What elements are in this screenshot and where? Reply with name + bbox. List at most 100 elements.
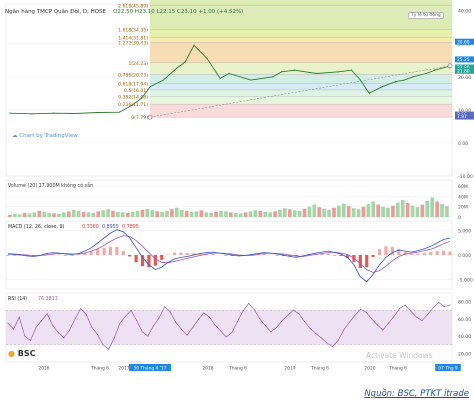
rsi-point	[236, 320, 238, 322]
volume-bar	[243, 212, 248, 217]
volume-bar	[312, 204, 317, 217]
volume-bar	[189, 211, 194, 217]
volume-bar	[101, 210, 105, 217]
volume-bar	[292, 210, 297, 217]
stock-chart: 2.618(45.89)1.618(34.35)1.414(31.81)1.27…	[5, 0, 474, 371]
rsi-point	[18, 316, 20, 318]
x-axis-label: Tháng 6	[310, 364, 329, 371]
rsi-point	[41, 320, 43, 322]
volume-bar	[116, 211, 120, 217]
macd-histogram-bar	[429, 252, 433, 255]
price-tick-label: -10.00	[458, 174, 473, 180]
macd-histogram-bar	[326, 253, 330, 255]
volume-bar	[125, 212, 130, 217]
volume-bar	[395, 202, 400, 217]
price-tick-label: 40.00	[458, 9, 471, 15]
macd-histogram-bar	[377, 249, 382, 255]
volume-bar	[371, 201, 376, 217]
volume-bar	[268, 212, 272, 217]
price-point	[175, 67, 178, 70]
price-point	[351, 69, 353, 71]
volume-bar	[238, 213, 243, 217]
macd-histogram-bar	[108, 246, 113, 255]
price-point	[359, 79, 361, 81]
activate-windows-watermark: Activate Windows	[366, 351, 433, 360]
rsi-point	[449, 304, 451, 306]
rsi-point	[376, 324, 378, 326]
macd-histogram-bar	[371, 255, 375, 257]
rsi-legend-value: 76.3813	[38, 296, 58, 302]
volume-bar	[219, 210, 223, 217]
price-point	[132, 104, 134, 106]
tradingview-icon: ☁	[12, 133, 18, 139]
volume-bar	[337, 205, 341, 217]
fib-anchor-handle[interactable]	[147, 114, 153, 120]
volume-tick-label: 60M	[458, 184, 468, 190]
volume-bar	[440, 204, 444, 217]
rsi-point	[13, 328, 15, 330]
volume-bar	[22, 212, 27, 217]
price-point	[149, 86, 151, 88]
price-point	[228, 72, 230, 75]
price-point	[412, 76, 414, 78]
fib-level-label: 0.5(16.01)	[124, 88, 148, 94]
volume-bar	[170, 209, 174, 217]
volume-bar	[317, 207, 322, 217]
rsi-point	[287, 314, 289, 316]
fib-level-label: 1.272(30.43)	[118, 40, 148, 46]
macd-legend-macd: 0.8955	[102, 224, 119, 230]
macd-histogram-bar	[262, 254, 266, 255]
macd-histogram-bar	[128, 255, 132, 257]
rsi-point	[102, 344, 104, 346]
macd-histogram-bar	[365, 255, 369, 268]
rsi-point	[259, 318, 261, 320]
tradingview-watermark[interactable]: ☁ Chart by TradingView	[12, 133, 78, 139]
volume-bar	[420, 204, 425, 217]
volume-bar	[366, 204, 371, 217]
price-point	[184, 61, 186, 63]
volume-bar	[91, 212, 96, 217]
rsi-point	[332, 345, 334, 347]
fib-band	[150, 83, 452, 90]
fib-band	[150, 104, 452, 118]
x-axis: 2016 Tháng 6 2017 30 Tháng 4 '17 2018 Tháng 6…	[38, 364, 461, 371]
auto-scale-badge[interactable]: Tỷ lệ tự động	[408, 12, 444, 19]
volume-bar	[332, 207, 336, 217]
x-axis-label: Tháng 6	[228, 364, 247, 371]
price-tick-label: 0.00	[458, 141, 468, 147]
macd-pane: 5.000 0.000 -5.000 MACD (12, 26, close, 9) 0…	[5, 220, 473, 290]
volume-bar	[381, 206, 385, 217]
volume-bar	[81, 211, 86, 217]
volume-bar	[179, 209, 184, 217]
fib-level-label: 1(24.23)	[128, 61, 148, 67]
fib-anchor-handle[interactable]	[447, 63, 453, 69]
price-point	[280, 71, 283, 73]
volume-bar	[430, 197, 435, 217]
price-point	[206, 57, 208, 60]
rsi-point	[164, 306, 166, 308]
volume-bar	[322, 208, 326, 217]
volume-bar	[130, 211, 135, 217]
rsi-point	[387, 322, 389, 324]
rsi-point	[175, 321, 177, 323]
price-tick-label: 20.00	[458, 75, 471, 81]
volume-bar	[27, 213, 32, 217]
rsi-point	[248, 302, 250, 304]
rsi-point	[399, 308, 401, 310]
symbol-title[interactable]: Ngân hàng TMCP Quân Đội, D, HOSE	[5, 9, 106, 15]
volume-bar	[150, 210, 155, 217]
rsi-point	[415, 316, 417, 318]
fib-band	[150, 89, 452, 97]
rsi-point	[158, 317, 160, 319]
rsi-point	[371, 318, 373, 320]
rsi-point	[438, 301, 440, 303]
fib-level-label: 0.786(20.73)	[118, 72, 148, 78]
volume-bar	[47, 212, 51, 217]
volume-bar	[57, 213, 61, 217]
price-tag-label: 30.60	[457, 39, 470, 45]
price-point	[193, 44, 195, 46]
volume-bar	[273, 211, 277, 217]
volume-bar	[356, 209, 361, 217]
macd-histogram-bar	[115, 246, 119, 255]
volume-bar	[351, 208, 356, 217]
